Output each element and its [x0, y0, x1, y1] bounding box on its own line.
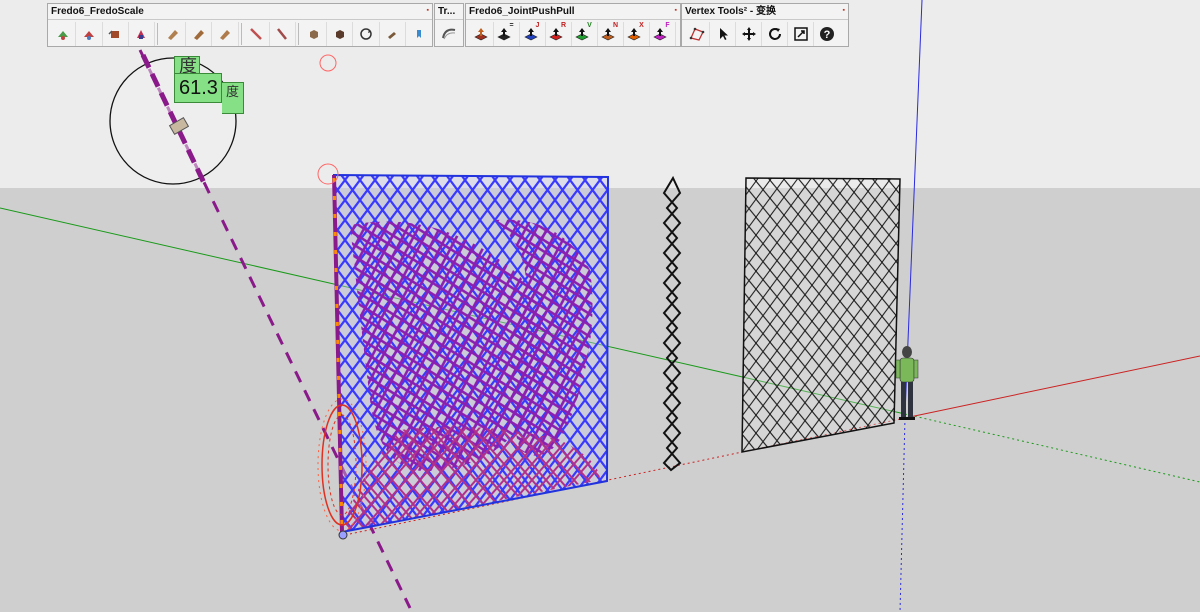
fold-icon [250, 27, 263, 40]
repeat-button[interactable] [353, 21, 380, 46]
box-rotate-button[interactable] [327, 21, 354, 46]
extrude-button[interactable]: X [624, 21, 650, 46]
vector-axis-button[interactable]: V [572, 21, 598, 46]
toolbar-close-button[interactable]: ▪ [675, 6, 677, 15]
stretch-icon [108, 29, 120, 38]
angle-label-top: 度 [174, 56, 200, 73]
bookmark-icon [417, 29, 422, 38]
angle-value-label: 61.3 [174, 73, 222, 103]
svg-text:?: ? [824, 29, 831, 41]
toolbar-jointpushpull: Fredo6_JointPushPull ▪ = J R V N X F [465, 3, 681, 47]
toolbar-tr: Tr... [434, 3, 464, 47]
badge-letter: = [509, 22, 514, 29]
box-icon [335, 29, 344, 39]
lattice-panel-black[interactable] [740, 170, 910, 460]
badge-letter: F [665, 22, 670, 29]
box-icon [309, 29, 318, 39]
bend-button[interactable] [186, 21, 213, 46]
move-button[interactable] [736, 21, 762, 46]
lattice-panel-selected[interactable] [330, 170, 620, 540]
badge-letter: X [639, 22, 644, 29]
select-vertex-icon [689, 27, 704, 41]
planar-button[interactable] [270, 21, 297, 46]
vector-pushpull-button[interactable]: = [494, 21, 520, 46]
scale-tool-button[interactable] [788, 21, 814, 46]
rotate-arrows-icon [768, 27, 781, 40]
rotate-icon [83, 30, 94, 40]
badge-letter: J [535, 22, 540, 29]
curve-button[interactable] [436, 22, 462, 46]
repeat-icon [360, 27, 372, 40]
follow-button[interactable]: F [650, 21, 676, 46]
pivot-point[interactable] [338, 530, 348, 540]
help-button[interactable]: ? [814, 22, 840, 46]
taper-button[interactable] [212, 21, 239, 46]
toolbar-title: Tr... [435, 4, 463, 20]
joint-pushpull-button[interactable] [468, 21, 494, 46]
scale-box-icon [793, 26, 808, 41]
stretch-button[interactable] [103, 21, 129, 46]
normal-pushpull-button[interactable]: N [598, 21, 624, 46]
toolbar-title: Vertex Tools² - 变换 [682, 4, 848, 20]
scale-icon [57, 30, 68, 40]
select-button[interactable] [710, 21, 736, 46]
badge-letter: R [560, 22, 567, 29]
toolbar-title: Fredo6_JointPushPull [466, 4, 680, 20]
rotate-button[interactable] [76, 21, 103, 46]
move-icon [741, 26, 756, 41]
toolbar-close-button[interactable]: ▪ [427, 6, 429, 15]
twist-icon [137, 29, 146, 39]
rotate-tool-button[interactable] [762, 21, 788, 46]
badge-letter: V [587, 22, 592, 29]
curve-icon [442, 28, 456, 39]
shear-button[interactable] [160, 21, 187, 46]
twist-button[interactable] [129, 21, 155, 46]
toolbar-title: Fredo6_FredoScale [48, 4, 432, 20]
scale-button[interactable] [50, 21, 77, 46]
box-scale-button[interactable] [301, 21, 328, 46]
shear-icon [167, 29, 178, 40]
joint-offset-button[interactable]: J [520, 21, 546, 46]
toolbar-close-button[interactable]: ▪ [843, 6, 845, 15]
round-pushpull-button[interactable]: R [546, 21, 572, 46]
pushpull-icon [473, 27, 488, 40]
toolbar-fredoscale: Fredo6_FredoScale ▪ [47, 3, 433, 47]
toolbar-vertextools: Vertex Tools² - 变换 ▪ ? [681, 3, 849, 47]
planar-icon [277, 27, 288, 40]
help-icon: ? [820, 26, 834, 41]
arrow-cursor-icon [719, 27, 728, 40]
undo-button[interactable] [380, 21, 406, 46]
hand-icon [388, 31, 397, 39]
bookmark-button[interactable] [406, 22, 432, 46]
select-vertex-button[interactable] [684, 21, 710, 46]
taper-icon [220, 29, 231, 40]
badge-letter: N [612, 22, 619, 29]
fold-button[interactable] [244, 21, 270, 46]
bend-icon [193, 29, 204, 40]
angle-unit-label: 度 [222, 82, 244, 114]
